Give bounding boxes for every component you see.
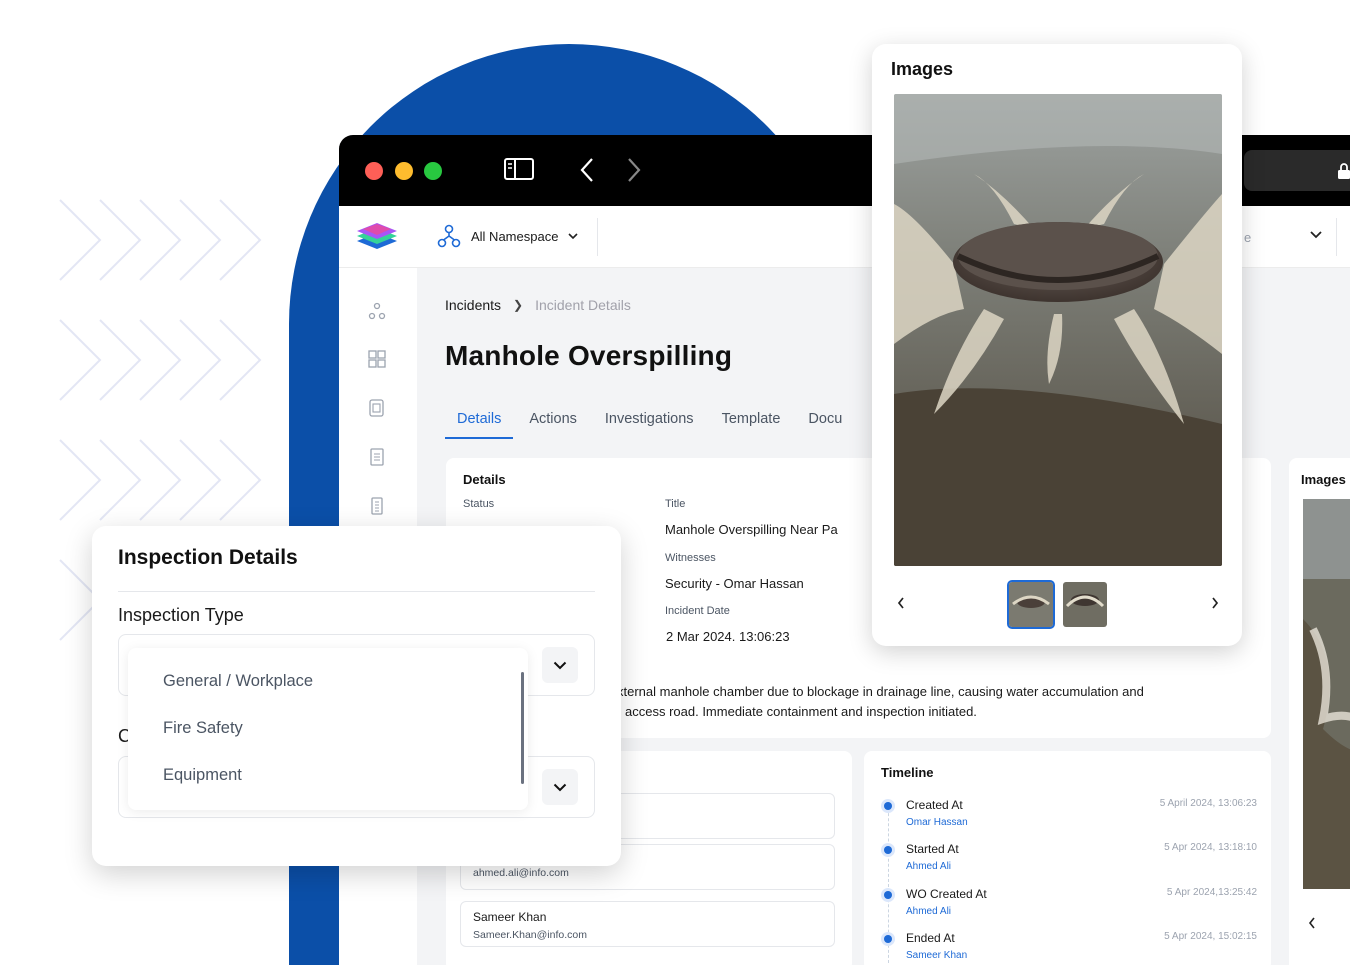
timeline-time: 5 Apr 2024, 15:02:15: [1164, 931, 1257, 942]
dropdown-toggle[interactable]: [542, 769, 578, 805]
description-line-1: xternal manhole chamber due to blockage …: [617, 684, 1144, 699]
image-thumbnail[interactable]: [1007, 580, 1055, 629]
timeline-time: 5 April 2024, 13:06:23: [1159, 798, 1257, 809]
timeline-title: WO Created At: [906, 887, 987, 901]
timeline-heading: Timeline: [881, 765, 934, 780]
forward-arrow-icon[interactable]: [626, 157, 642, 183]
person-email: ahmed.ali@info.com: [473, 867, 569, 879]
back-arrow-icon[interactable]: [579, 157, 595, 183]
secondary-select-value: e: [1244, 230, 1252, 245]
sidebar-dashboard-icon[interactable]: [368, 350, 386, 368]
description-line-2: access road. Immediate containment and i…: [625, 704, 977, 719]
prev-image-icon[interactable]: [897, 597, 905, 609]
timeline-time: 5 Apr 2024, 13:18:10: [1164, 842, 1257, 853]
namespace-network-icon: [437, 224, 461, 248]
person-name: Sameer Khan: [473, 910, 547, 924]
tab-investigations[interactable]: Investigations: [593, 409, 706, 439]
sidebar-documents-icon[interactable]: [368, 399, 386, 417]
thumbnail-image: [1009, 582, 1053, 627]
inspection-title: Inspection Details: [118, 546, 298, 569]
namespace-select[interactable]: All Namespace: [437, 224, 579, 248]
inspection-type-dropdown: General / Workplace Fire Safety Equipmen…: [128, 648, 528, 810]
tab-documents[interactable]: Docu: [796, 409, 854, 439]
timeline-time: 5 Apr 2024,13:25:42: [1166, 887, 1257, 898]
incident-date-value: 2 Mar 2024. 13:06:23: [666, 629, 790, 644]
timeline-user[interactable]: Sameer Khan: [906, 950, 967, 961]
sidebar-list-icon[interactable]: [368, 448, 386, 466]
person-email: Sameer.Khan@info.com: [473, 929, 587, 941]
divider: [118, 591, 595, 592]
tab-bar: Details Actions Investigations Template …: [445, 409, 858, 439]
manhole-overflow-image: [894, 94, 1222, 566]
prev-image-icon[interactable]: [1308, 917, 1316, 929]
breadcrumb-separator-icon: ❯: [513, 298, 524, 312]
images-bg-heading: Images: [1301, 472, 1346, 487]
images-panel-title: Images: [891, 59, 954, 79]
images-panel: Images: [872, 44, 1242, 646]
timeline-user[interactable]: Ahmed Ali: [906, 906, 951, 917]
maximize-window-button[interactable]: [424, 162, 442, 180]
sidebar-network-icon[interactable]: [368, 302, 386, 320]
inspection-type-label: Inspection Type: [118, 605, 244, 625]
dropdown-toggle[interactable]: [542, 647, 578, 683]
option-equipment[interactable]: Equipment: [163, 766, 242, 785]
chevron-down-icon: [553, 661, 567, 669]
chevron-down-icon: [1310, 231, 1322, 239]
person-item[interactable]: Sameer Khan Sameer.Khan@info.com: [460, 901, 835, 947]
incident-photo[interactable]: [894, 94, 1222, 566]
timeline-user[interactable]: Ahmed Ali: [906, 861, 951, 872]
incident-date-label: Incident Date: [665, 605, 730, 617]
topbar-divider: [597, 218, 598, 256]
breadcrumb-current: Incident Details: [535, 297, 631, 313]
app-logo: [357, 223, 397, 249]
next-image-icon[interactable]: [1211, 597, 1219, 609]
timeline-card: Timeline Created At Omar Hassan 5 April …: [864, 751, 1271, 965]
timeline-title: Ended At: [906, 931, 955, 945]
sidebar-toggle-icon[interactable]: [504, 157, 534, 181]
status-label: Status: [463, 498, 495, 510]
namespace-label: All Namespace: [471, 228, 559, 244]
breadcrumb: Incidents ❯ Incident Details: [445, 297, 631, 313]
chevron-down-icon: [553, 783, 567, 791]
details-heading: Details: [463, 472, 506, 487]
timeline-dot: [884, 935, 892, 943]
timeline-dot: [884, 802, 892, 810]
dropdown-scrollbar[interactable]: [521, 672, 524, 784]
image-thumbnail[interactable]: [1063, 582, 1107, 627]
timeline-user[interactable]: Omar Hassan: [906, 817, 968, 828]
title-value: Manhole Overspilling Near Pa: [665, 522, 838, 537]
timeline-dot: [884, 846, 892, 854]
page-title: Manhole Overspilling: [445, 340, 733, 371]
timeline-title: Created At: [906, 798, 963, 812]
lock-icon: [1338, 163, 1350, 179]
title-label: Title: [665, 498, 686, 510]
minimize-window-button[interactable]: [395, 162, 413, 180]
tab-details[interactable]: Details: [445, 409, 514, 439]
images-card-background: Images: [1289, 458, 1350, 965]
chevron-down-icon: [568, 233, 579, 240]
witnesses-value: Security - Omar Hassan: [665, 576, 804, 591]
thumbnail-image: [1063, 582, 1107, 627]
option-general-workplace[interactable]: General / Workplace: [163, 672, 313, 691]
close-window-button[interactable]: [365, 162, 383, 180]
option-fire-safety[interactable]: Fire Safety: [163, 719, 243, 738]
timeline-dot: [884, 891, 892, 899]
inspection-details-panel: Inspection Details Inspection Type C Gen…: [92, 526, 621, 866]
incident-photo-partial: [1303, 499, 1350, 889]
breadcrumb-incidents-link[interactable]: Incidents: [445, 297, 501, 313]
address-bar[interactable]: [1244, 150, 1350, 191]
tab-actions[interactable]: Actions: [517, 409, 589, 439]
witnesses-label: Witnesses: [665, 552, 716, 564]
timeline-title: Started At: [906, 842, 959, 856]
sidebar-report-icon[interactable]: [368, 497, 386, 515]
tab-template[interactable]: Template: [710, 409, 793, 439]
